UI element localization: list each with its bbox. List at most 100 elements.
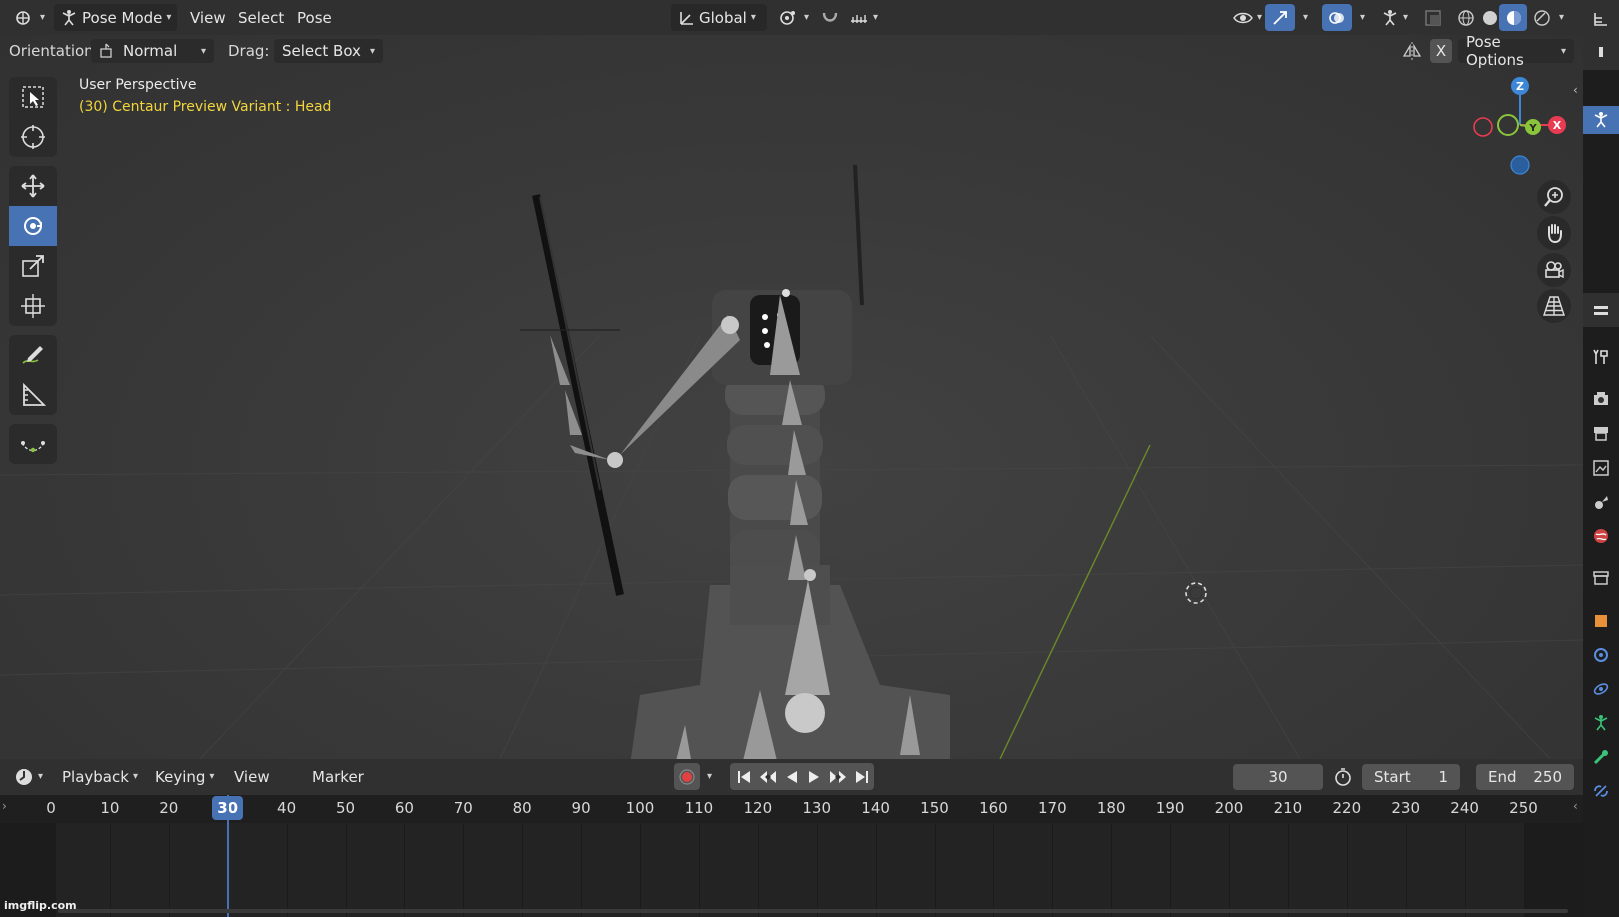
orientation-label: Global bbox=[699, 8, 747, 27]
transform-orientation-dropdown[interactable]: Global ▾ bbox=[671, 4, 767, 31]
properties-editor-icon[interactable] bbox=[1587, 297, 1615, 325]
object-data-armature-tab[interactable] bbox=[1587, 709, 1615, 737]
tool-transform[interactable] bbox=[9, 286, 57, 326]
left-scroll-arrow[interactable]: › bbox=[2, 799, 7, 813]
3d-viewport[interactable]: Orientation: Normal ▾ Drag: Select Box ▾… bbox=[0, 35, 1583, 759]
world-properties-tab[interactable] bbox=[1587, 522, 1615, 550]
chevron-down-icon: ▾ bbox=[38, 771, 44, 782]
xray-icon bbox=[1424, 9, 1442, 27]
tool-select-box[interactable] bbox=[9, 77, 57, 117]
rendered-sphere-icon bbox=[1533, 9, 1551, 27]
mirror-x-toggle[interactable]: X bbox=[1430, 39, 1452, 63]
start-value: 1 bbox=[1438, 768, 1448, 786]
xray-toggle[interactable] bbox=[1418, 4, 1448, 31]
pan-button[interactable] bbox=[1537, 216, 1571, 250]
gizmo-toggle[interactable] bbox=[1265, 4, 1295, 31]
pivot-point-button[interactable]: ▾ bbox=[772, 4, 815, 31]
output-properties-tab[interactable] bbox=[1587, 419, 1615, 447]
centaur-model[interactable] bbox=[480, 125, 1000, 759]
start-frame-field[interactable]: Start 1 bbox=[1362, 764, 1460, 790]
scale-icon bbox=[20, 253, 46, 279]
overlays-dropdown[interactable]: ▾ bbox=[1354, 4, 1371, 31]
outliner-collapse-icon[interactable] bbox=[1587, 38, 1615, 66]
pose-tool-tab[interactable] bbox=[1583, 106, 1619, 134]
frame-tick-label: 250 bbox=[1509, 799, 1538, 817]
view-layer-properties-tab[interactable] bbox=[1587, 454, 1615, 482]
timeline-ruler[interactable]: 0102030405060708090100110120130140150160… bbox=[0, 795, 1583, 823]
jump-keyframe-forward-icon[interactable] bbox=[828, 769, 848, 785]
mirror-icon-button[interactable] bbox=[1401, 39, 1431, 63]
bone-overlay-dropdown[interactable]: ▾ bbox=[1375, 4, 1414, 31]
tool-scale[interactable] bbox=[9, 246, 57, 286]
overlays-toggle[interactable] bbox=[1322, 4, 1352, 31]
frame-tick-label: 230 bbox=[1391, 799, 1421, 817]
timeline-keyframe-area[interactable]: imgflip.com bbox=[0, 795, 1583, 917]
menu-keying[interactable]: Keying ▾ bbox=[149, 763, 220, 790]
timeline-editor-type-button[interactable]: ▾ bbox=[8, 763, 49, 790]
play-icon[interactable] bbox=[806, 769, 822, 785]
pose-curve-icon bbox=[20, 431, 46, 457]
tool-cursor[interactable] bbox=[9, 117, 57, 157]
render-properties-tab[interactable] bbox=[1587, 385, 1615, 413]
tool-move[interactable] bbox=[9, 166, 57, 206]
menu-playback[interactable]: Playback ▾ bbox=[56, 763, 144, 790]
frame-grid-line bbox=[1523, 823, 1525, 917]
tool-relax-pose[interactable] bbox=[9, 424, 57, 464]
sidebar-toggle-arrow[interactable]: ‹ bbox=[1573, 83, 1578, 97]
frame-grid-line bbox=[1052, 823, 1054, 917]
bone-properties-tab[interactable] bbox=[1587, 743, 1615, 771]
outliner-editor-icon[interactable] bbox=[1587, 5, 1615, 33]
snap-target-dropdown[interactable]: ▾ bbox=[843, 4, 884, 31]
object-properties-tab[interactable] bbox=[1587, 607, 1615, 635]
menu-view[interactable]: View bbox=[184, 4, 232, 31]
menu-select[interactable]: Select bbox=[232, 4, 290, 31]
tool-properties-tab[interactable] bbox=[1587, 343, 1615, 371]
jump-start-icon[interactable] bbox=[736, 769, 752, 785]
physics-properties-tab[interactable] bbox=[1587, 675, 1615, 703]
gizmo-dropdown[interactable]: ▾ bbox=[1297, 4, 1314, 31]
editor-type-button[interactable]: ▾ bbox=[8, 4, 51, 31]
frame-grid-line bbox=[1346, 823, 1348, 917]
frame-tick-label: 70 bbox=[453, 799, 473, 817]
cursor-icon bbox=[20, 124, 46, 150]
tool-rotate[interactable] bbox=[9, 206, 57, 246]
frame-grid-line bbox=[1229, 823, 1230, 917]
frame-tick-label: 110 bbox=[684, 799, 714, 817]
chevron-down-icon: ▾ bbox=[804, 12, 810, 23]
bone-constraint-tab[interactable] bbox=[1587, 777, 1615, 805]
orientation-dropdown[interactable]: Normal ▾ bbox=[91, 39, 214, 63]
end-frame-field[interactable]: End 250 bbox=[1476, 764, 1574, 790]
collection-properties-tab[interactable] bbox=[1587, 564, 1615, 592]
keying-set-dropdown[interactable]: ▾ bbox=[701, 763, 718, 790]
shading-material-button[interactable] bbox=[1499, 4, 1527, 31]
scene-properties-tab[interactable] bbox=[1587, 488, 1615, 516]
mode-dropdown[interactable]: Pose Mode ▾ bbox=[54, 4, 177, 31]
menu-marker[interactable]: Marker bbox=[306, 763, 370, 790]
snap-toggle[interactable] bbox=[814, 4, 846, 31]
tool-measure[interactable] bbox=[9, 375, 57, 415]
shading-dropdown[interactable]: ▾ bbox=[1553, 4, 1570, 31]
current-frame-field[interactable]: 30 bbox=[1233, 764, 1323, 790]
tool-annotate[interactable] bbox=[9, 335, 57, 375]
3d-cursor-icon bbox=[1185, 582, 1207, 604]
horizontal-scrollbar[interactable] bbox=[58, 909, 1568, 913]
camera-view-button[interactable] bbox=[1537, 253, 1571, 287]
pose-options-dropdown[interactable]: Pose Options ▾ bbox=[1458, 35, 1574, 69]
right-scroll-arrow[interactable]: ‹ bbox=[1573, 799, 1578, 813]
frame-tick-label: 20 bbox=[159, 799, 179, 817]
zoom-button[interactable] bbox=[1537, 180, 1571, 214]
jump-keyframe-back-icon[interactable] bbox=[758, 769, 778, 785]
menu-pose[interactable]: Pose bbox=[291, 4, 338, 31]
toggle-projection-button[interactable] bbox=[1537, 289, 1571, 323]
auto-keying-toggle[interactable] bbox=[674, 763, 700, 790]
navigation-gizmo[interactable]: Z X Y bbox=[1465, 75, 1575, 180]
preview-range-toggle[interactable] bbox=[1327, 763, 1359, 790]
play-reverse-icon[interactable] bbox=[784, 769, 800, 785]
menu-timeline-view[interactable]: View bbox=[228, 763, 276, 790]
drag-dropdown[interactable]: Select Box ▾ bbox=[274, 39, 383, 63]
jump-end-icon[interactable] bbox=[854, 769, 870, 785]
modifier-properties-tab[interactable] bbox=[1587, 641, 1615, 669]
frame-tick-label: 180 bbox=[1096, 799, 1126, 817]
visibility-dropdown[interactable]: ▾ bbox=[1227, 4, 1268, 31]
frame-tick-label: 80 bbox=[512, 799, 532, 817]
